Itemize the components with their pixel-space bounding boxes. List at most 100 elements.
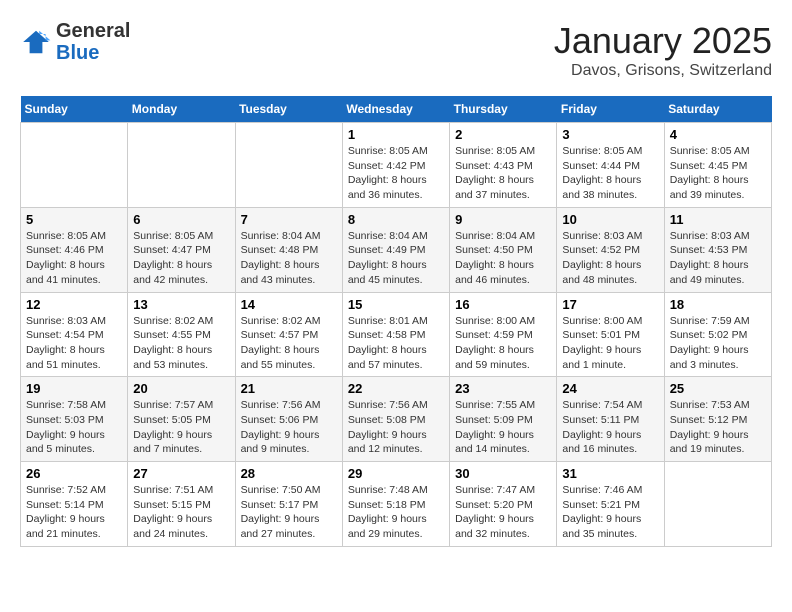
day-number: 4 bbox=[670, 127, 766, 142]
calendar-cell: 25 Sunrise: 7:53 AMSunset: 5:12 PMDayligh… bbox=[664, 377, 771, 462]
page-header: General Blue January 2025 Davos, Grisons… bbox=[20, 20, 772, 80]
day-number: 1 bbox=[348, 127, 444, 142]
day-info: Sunrise: 7:59 AMSunset: 5:02 PMDaylight:… bbox=[670, 314, 766, 373]
calendar-cell: 3Sunrise: 8:05 AMSunset: 4:44 PMDaylight… bbox=[557, 123, 664, 208]
calendar-cell: 30 Sunrise: 7:47 AMSunset: 5:20 PMDayligh… bbox=[450, 462, 557, 547]
calendar-cell: 5 Sunrise: 8:05 AMSunset: 4:46 PMDaylight… bbox=[21, 207, 128, 292]
logo-icon bbox=[20, 26, 52, 58]
weekday-header: Thursday bbox=[450, 96, 557, 123]
logo-text: General Blue bbox=[56, 20, 130, 64]
calendar-week-row: 19 Sunrise: 7:58 AMSunset: 5:03 PMDayligh… bbox=[21, 377, 772, 462]
weekday-header: Wednesday bbox=[342, 96, 449, 123]
calendar-cell: 24Sunrise: 7:54 AMSunset: 5:11 PMDayligh… bbox=[557, 377, 664, 462]
calendar-cell: 18 Sunrise: 7:59 AMSunset: 5:02 PMDayligh… bbox=[664, 292, 771, 377]
day-number: 3 bbox=[562, 127, 658, 142]
calendar-week-row: 12 Sunrise: 8:03 AMSunset: 4:54 PMDayligh… bbox=[21, 292, 772, 377]
day-number: 13 bbox=[133, 297, 229, 312]
calendar-cell: 1 Sunrise: 8:05 AMSunset: 4:42 PMDaylight… bbox=[342, 123, 449, 208]
calendar-table: SundayMondayTuesdayWednesdayThursdayFrid… bbox=[20, 96, 772, 547]
day-info: Sunrise: 7:47 AMSunset: 5:20 PMDaylight:… bbox=[455, 483, 551, 542]
calendar-cell: 19 Sunrise: 7:58 AMSunset: 5:03 PMDayligh… bbox=[21, 377, 128, 462]
logo-general: General bbox=[56, 20, 130, 42]
day-info: Sunrise: 8:04 AMSunset: 4:49 PMDaylight:… bbox=[348, 229, 444, 288]
calendar-cell: 4 Sunrise: 8:05 AMSunset: 4:45 PMDaylight… bbox=[664, 123, 771, 208]
calendar-cell: 16Sunrise: 8:00 AMSunset: 4:59 PMDayligh… bbox=[450, 292, 557, 377]
day-number: 30 bbox=[455, 466, 551, 481]
day-info: Sunrise: 8:04 AMSunset: 4:48 PMDaylight:… bbox=[241, 229, 337, 288]
day-number: 7 bbox=[241, 212, 337, 227]
day-number: 14 bbox=[241, 297, 337, 312]
day-info: Sunrise: 8:05 AMSunset: 4:43 PMDaylight:… bbox=[455, 144, 551, 203]
day-info: Sunrise: 8:05 AMSunset: 4:42 PMDaylight:… bbox=[348, 144, 444, 203]
day-info: Sunrise: 7:51 AMSunset: 5:15 PMDaylight:… bbox=[133, 483, 229, 542]
day-number: 23 bbox=[455, 381, 551, 396]
calendar-cell: 6Sunrise: 8:05 AMSunset: 4:47 PMDaylight… bbox=[128, 207, 235, 292]
weekday-header: Saturday bbox=[664, 96, 771, 123]
day-number: 5 bbox=[26, 212, 122, 227]
calendar-cell: 2 Sunrise: 8:05 AMSunset: 4:43 PMDaylight… bbox=[450, 123, 557, 208]
weekday-header: Sunday bbox=[21, 96, 128, 123]
day-number: 12 bbox=[26, 297, 122, 312]
day-number: 8 bbox=[348, 212, 444, 227]
day-number: 29 bbox=[348, 466, 444, 481]
day-number: 31 bbox=[562, 466, 658, 481]
day-info: Sunrise: 7:50 AMSunset: 5:17 PMDaylight:… bbox=[241, 483, 337, 542]
day-number: 27 bbox=[133, 466, 229, 481]
day-info: Sunrise: 8:03 AMSunset: 4:52 PMDaylight:… bbox=[562, 229, 658, 288]
calendar-cell: 31 Sunrise: 7:46 AMSunset: 5:21 PMDayligh… bbox=[557, 462, 664, 547]
day-info: Sunrise: 7:46 AMSunset: 5:21 PMDaylight:… bbox=[562, 483, 658, 542]
day-info: Sunrise: 8:04 AMSunset: 4:50 PMDaylight:… bbox=[455, 229, 551, 288]
day-number: 20 bbox=[133, 381, 229, 396]
day-info: Sunrise: 8:00 AMSunset: 4:59 PMDaylight:… bbox=[455, 314, 551, 373]
calendar-cell: 7 Sunrise: 8:04 AMSunset: 4:48 PMDaylight… bbox=[235, 207, 342, 292]
calendar-cell: 21 Sunrise: 7:56 AMSunset: 5:06 PMDayligh… bbox=[235, 377, 342, 462]
day-info: Sunrise: 8:05 AMSunset: 4:47 PMDaylight:… bbox=[133, 229, 229, 288]
calendar-cell bbox=[664, 462, 771, 547]
calendar-week-row: 26 Sunrise: 7:52 AMSunset: 5:14 PMDayligh… bbox=[21, 462, 772, 547]
calendar-cell: 17Sunrise: 8:00 AMSunset: 5:01 PMDayligh… bbox=[557, 292, 664, 377]
calendar-cell: 10 Sunrise: 8:03 AMSunset: 4:52 PMDayligh… bbox=[557, 207, 664, 292]
day-number: 10 bbox=[562, 212, 658, 227]
calendar-cell: 28 Sunrise: 7:50 AMSunset: 5:17 PMDayligh… bbox=[235, 462, 342, 547]
calendar-cell: 11 Sunrise: 8:03 AMSunset: 4:53 PMDayligh… bbox=[664, 207, 771, 292]
calendar-cell: 20 Sunrise: 7:57 AMSunset: 5:05 PMDayligh… bbox=[128, 377, 235, 462]
day-number: 22 bbox=[348, 381, 444, 396]
day-number: 11 bbox=[670, 212, 766, 227]
day-number: 28 bbox=[241, 466, 337, 481]
day-info: Sunrise: 7:48 AMSunset: 5:18 PMDaylight:… bbox=[348, 483, 444, 542]
day-info: Sunrise: 8:00 AMSunset: 5:01 PMDaylight:… bbox=[562, 314, 658, 373]
day-info: Sunrise: 8:01 AMSunset: 4:58 PMDaylight:… bbox=[348, 314, 444, 373]
calendar-cell: 14 Sunrise: 8:02 AMSunset: 4:57 PMDayligh… bbox=[235, 292, 342, 377]
day-number: 26 bbox=[26, 466, 122, 481]
logo-blue: Blue bbox=[56, 42, 130, 64]
calendar-cell: 12 Sunrise: 8:03 AMSunset: 4:54 PMDayligh… bbox=[21, 292, 128, 377]
day-info: Sunrise: 8:05 AMSunset: 4:45 PMDaylight:… bbox=[670, 144, 766, 203]
logo: General Blue bbox=[20, 20, 130, 64]
calendar-cell: 13Sunrise: 8:02 AMSunset: 4:55 PMDayligh… bbox=[128, 292, 235, 377]
day-number: 25 bbox=[670, 381, 766, 396]
day-number: 24 bbox=[562, 381, 658, 396]
calendar-cell: 15Sunrise: 8:01 AMSunset: 4:58 PMDayligh… bbox=[342, 292, 449, 377]
day-info: Sunrise: 7:57 AMSunset: 5:05 PMDaylight:… bbox=[133, 398, 229, 457]
calendar-cell: 23Sunrise: 7:55 AMSunset: 5:09 PMDayligh… bbox=[450, 377, 557, 462]
calendar-cell: 9 Sunrise: 8:04 AMSunset: 4:50 PMDaylight… bbox=[450, 207, 557, 292]
day-info: Sunrise: 7:52 AMSunset: 5:14 PMDaylight:… bbox=[26, 483, 122, 542]
day-number: 9 bbox=[455, 212, 551, 227]
calendar-cell: 8 Sunrise: 8:04 AMSunset: 4:49 PMDaylight… bbox=[342, 207, 449, 292]
day-number: 21 bbox=[241, 381, 337, 396]
day-info: Sunrise: 7:58 AMSunset: 5:03 PMDaylight:… bbox=[26, 398, 122, 457]
day-number: 2 bbox=[455, 127, 551, 142]
weekday-header: Tuesday bbox=[235, 96, 342, 123]
day-info: Sunrise: 7:56 AMSunset: 5:06 PMDaylight:… bbox=[241, 398, 337, 457]
calendar-cell bbox=[235, 123, 342, 208]
day-number: 19 bbox=[26, 381, 122, 396]
day-info: Sunrise: 8:03 AMSunset: 4:53 PMDaylight:… bbox=[670, 229, 766, 288]
day-info: Sunrise: 7:53 AMSunset: 5:12 PMDaylight:… bbox=[670, 398, 766, 457]
weekday-header-row: SundayMondayTuesdayWednesdayThursdayFrid… bbox=[21, 96, 772, 123]
day-number: 18 bbox=[670, 297, 766, 312]
day-info: Sunrise: 8:05 AMSunset: 4:46 PMDaylight:… bbox=[26, 229, 122, 288]
day-info: Sunrise: 8:03 AMSunset: 4:54 PMDaylight:… bbox=[26, 314, 122, 373]
day-info: Sunrise: 8:02 AMSunset: 4:57 PMDaylight:… bbox=[241, 314, 337, 373]
weekday-header: Monday bbox=[128, 96, 235, 123]
day-info: Sunrise: 7:56 AMSunset: 5:08 PMDaylight:… bbox=[348, 398, 444, 457]
